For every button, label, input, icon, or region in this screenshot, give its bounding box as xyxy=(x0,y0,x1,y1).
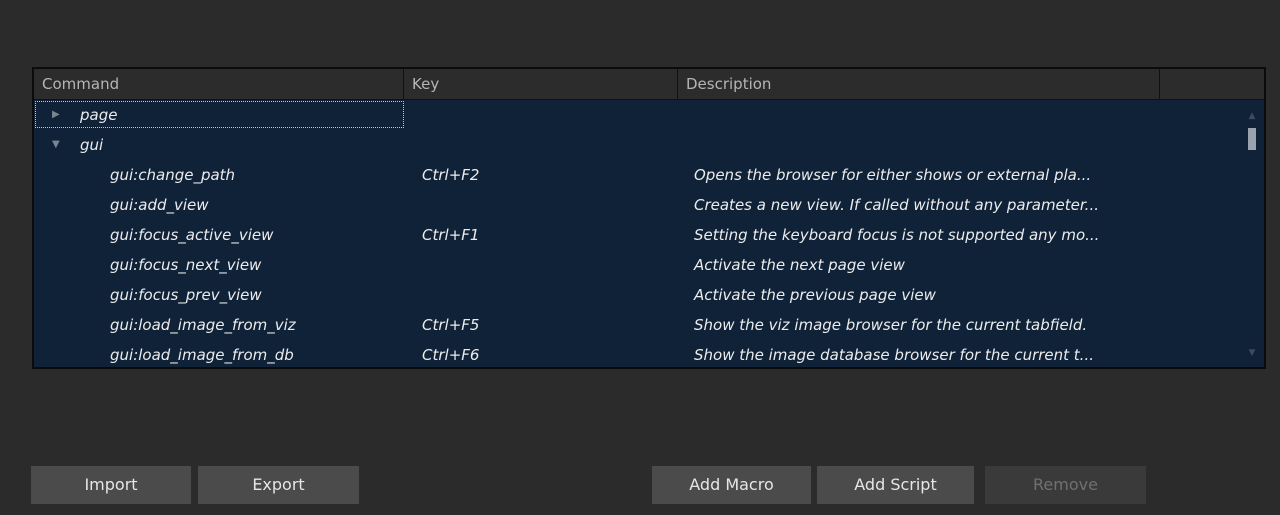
table-row[interactable]: ▼ gui xyxy=(34,130,1240,160)
command-cell: gui:focus_next_view xyxy=(110,256,262,274)
scroll-down-arrow-icon[interactable]: ▼ xyxy=(1240,345,1264,361)
triangle-down-icon[interactable]: ▼ xyxy=(52,130,60,160)
vertical-scrollbar[interactable]: ▲ ▼ xyxy=(1240,100,1264,367)
export-button[interactable]: Export xyxy=(198,466,359,504)
table-row[interactable]: gui:add_view Creates a new view. If call… xyxy=(34,190,1240,220)
key-cell: Ctrl+F6 xyxy=(422,346,480,364)
description-cell: Activate the previous page view xyxy=(694,286,936,304)
column-header-key[interactable]: Key xyxy=(404,69,678,99)
key-cell: Ctrl+F5 xyxy=(422,316,480,334)
table-row[interactable]: gui:focus_next_view Activate the next pa… xyxy=(34,250,1240,280)
import-button[interactable]: Import xyxy=(31,466,191,504)
description-cell: Show the viz image browser for the curre… xyxy=(694,316,1088,334)
table-body: ▶ page ▼ gui gui:change_path Ctrl+F2 Ope… xyxy=(34,100,1240,367)
command-cell: gui:load_image_from_db xyxy=(110,346,294,364)
description-cell: Setting the keyboard focus is not suppor… xyxy=(694,226,1100,244)
command-cell: gui:focus_prev_view xyxy=(110,286,262,304)
command-cell: gui:load_image_from_viz xyxy=(110,316,296,334)
table-row[interactable]: gui:load_image_from_viz Ctrl+F5 Show the… xyxy=(34,310,1240,340)
description-cell: Opens the browser for either shows or ex… xyxy=(694,166,1092,184)
table-header: Command Key Description xyxy=(34,69,1264,100)
add-script-button[interactable]: Add Script xyxy=(817,466,974,504)
triangle-right-icon[interactable]: ▶ xyxy=(52,100,60,130)
command-cell: gui:change_path xyxy=(110,166,236,184)
table-row[interactable]: gui:focus_prev_view Activate the previou… xyxy=(34,280,1240,310)
column-header-description[interactable]: Description xyxy=(678,69,1160,99)
shortcut-table: Command Key Description ▶ page ▼ gui gui… xyxy=(32,67,1266,369)
command-cell: gui:add_view xyxy=(110,196,209,214)
table-row[interactable]: ▶ page xyxy=(34,100,1240,130)
table-row[interactable]: gui:change_path Ctrl+F2 Opens the browse… xyxy=(34,160,1240,190)
scroll-up-arrow-icon[interactable]: ▲ xyxy=(1240,108,1264,124)
key-cell: Ctrl+F1 xyxy=(422,226,480,244)
command-cell: gui xyxy=(80,136,104,154)
description-cell: Creates a new view. If called without an… xyxy=(694,196,1099,214)
table-row[interactable]: gui:load_image_from_db Ctrl+F6 Show the … xyxy=(34,340,1240,367)
column-header-command[interactable]: Command xyxy=(34,69,404,99)
add-macro-button[interactable]: Add Macro xyxy=(652,466,811,504)
description-cell: Activate the next page view xyxy=(694,256,905,274)
column-header-extra[interactable] xyxy=(1160,69,1264,99)
remove-button[interactable]: Remove xyxy=(985,466,1146,504)
description-cell: Show the image database browser for the … xyxy=(694,346,1094,364)
key-cell: Ctrl+F2 xyxy=(422,166,480,184)
scroll-thumb[interactable] xyxy=(1248,128,1256,150)
table-row[interactable]: gui:focus_active_view Ctrl+F1 Setting th… xyxy=(34,220,1240,250)
command-cell: gui:focus_active_view xyxy=(110,226,274,244)
command-cell: page xyxy=(80,106,118,124)
